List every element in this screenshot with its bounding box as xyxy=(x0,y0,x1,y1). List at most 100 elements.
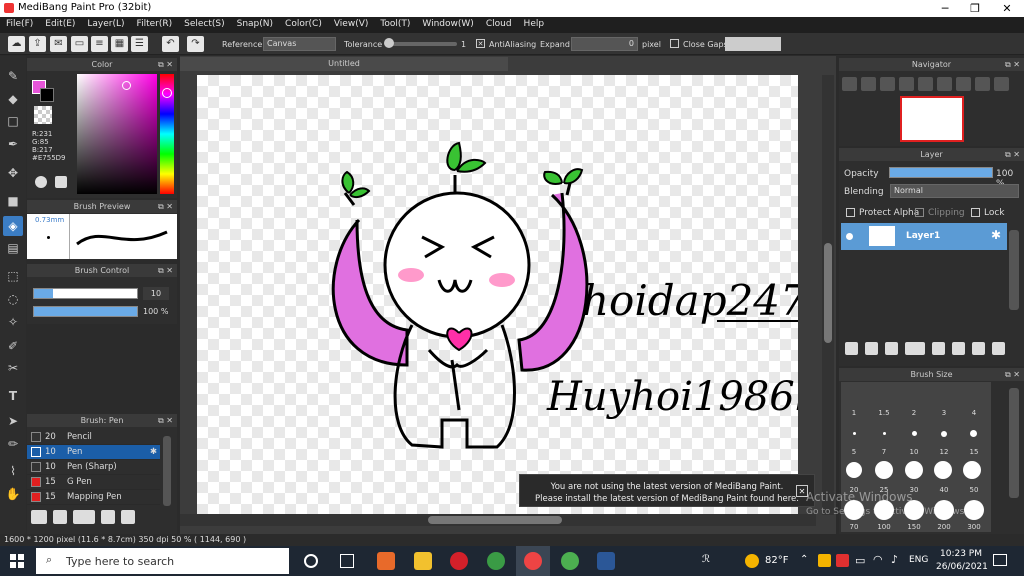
tray-chevron-icon[interactable]: ⌃ xyxy=(800,554,808,565)
select-pen-tool-icon[interactable]: ✐ xyxy=(3,336,23,356)
delete-layer-icon[interactable] xyxy=(992,342,1005,355)
minimize-button[interactable]: ─ xyxy=(930,0,960,17)
flip-icon[interactable] xyxy=(937,77,952,91)
blending-select[interactable]: Normal xyxy=(890,184,1019,198)
file-explorer-icon[interactable] xyxy=(414,552,432,570)
word-icon[interactable] xyxy=(597,552,615,570)
list-icon[interactable]: ☰ xyxy=(131,36,148,52)
doc-icon[interactable]: ≡ xyxy=(91,36,108,52)
tray-app-icon[interactable] xyxy=(818,554,831,567)
panel-menu-icon[interactable]: ⧉ ✕ xyxy=(158,264,173,277)
canvas-tab[interactable]: Untitled xyxy=(180,57,508,71)
new-brush-icon[interactable] xyxy=(53,510,67,524)
tolerance-handle[interactable] xyxy=(384,38,394,48)
size-300[interactable]: 300 xyxy=(964,523,984,531)
size-2[interactable]: 2 xyxy=(904,409,924,417)
size-200[interactable]: 200 xyxy=(934,523,954,531)
tray-vivaldi-icon[interactable] xyxy=(836,554,849,567)
menu-filter[interactable]: Filter(R) xyxy=(131,17,179,33)
menu-select[interactable]: Select(S) xyxy=(178,17,231,33)
brush-opacity-slider[interactable] xyxy=(33,306,138,317)
notifications-icon[interactable] xyxy=(993,554,1007,566)
layer-settings-gear-icon[interactable]: ✱ xyxy=(991,228,1001,242)
battery-icon[interactable]: ▭ xyxy=(855,554,865,567)
actual-size-icon[interactable] xyxy=(918,77,933,91)
menu-file[interactable]: File(F) xyxy=(0,17,39,33)
clipping-checkbox[interactable] xyxy=(915,208,924,217)
size-15[interactable]: 15 xyxy=(964,448,984,456)
maximize-button[interactable]: ❐ xyxy=(960,0,990,17)
pen-tool-icon[interactable]: ✒ xyxy=(3,134,23,154)
brush-cloud-icon[interactable] xyxy=(31,510,47,524)
brush-list-scrollbar[interactable] xyxy=(163,436,171,506)
brush-item-pencil[interactable]: 20 Pencil xyxy=(27,430,160,445)
size-70[interactable]: 70 xyxy=(844,523,864,531)
select-rect-tool-icon[interactable]: ⬚ xyxy=(3,266,23,286)
panel-menu-icon[interactable]: ⧉ ✕ xyxy=(158,414,173,427)
antialiasing-checkbox[interactable]: ✕ xyxy=(476,39,485,48)
gear-icon[interactable]: ✱ xyxy=(150,447,157,457)
menu-view[interactable]: View(V) xyxy=(328,17,375,33)
language-indicator[interactable]: ENG xyxy=(909,555,928,565)
layer-scrollbar[interactable] xyxy=(1009,230,1019,310)
layer-opacity-slider[interactable] xyxy=(889,167,993,178)
taskbar-app-icon[interactable] xyxy=(377,552,395,570)
eraser-tool-icon[interactable]: ◆ xyxy=(3,89,23,109)
size-12[interactable]: 12 xyxy=(934,448,954,456)
panel-menu-icon[interactable]: ⧉ ✕ xyxy=(158,58,173,71)
vertical-scrollbar[interactable] xyxy=(822,75,834,515)
dropper-tool-icon[interactable]: ⌇ xyxy=(3,461,23,481)
magic-wand-tool-icon[interactable]: ✧ xyxy=(3,312,23,332)
new-layer-icon[interactable] xyxy=(845,342,858,355)
transparent-swatch[interactable] xyxy=(34,106,52,124)
wifi-icon[interactable]: ◠ xyxy=(873,553,883,566)
brush-size-value[interactable]: 10 xyxy=(143,287,169,300)
panel-menu-icon[interactable]: ⧉ ✕ xyxy=(1005,368,1020,381)
bucket-tool-icon[interactable]: ◈ xyxy=(3,216,23,236)
comment-icon[interactable]: ✉ xyxy=(50,36,67,52)
color-set-icon[interactable] xyxy=(55,176,67,188)
size-3[interactable]: 3 xyxy=(934,409,954,417)
layer-folder-icon[interactable] xyxy=(932,342,945,355)
taskbar-app2-icon[interactable] xyxy=(561,552,579,570)
brush-item-g-pen[interactable]: 15 G Pen xyxy=(27,475,160,490)
brush-size-scrollbar[interactable] xyxy=(1009,388,1019,498)
clock-date[interactable]: 26/06/2021 xyxy=(936,562,988,572)
horizontal-scrollbar[interactable] xyxy=(180,514,816,526)
opera-icon[interactable] xyxy=(450,552,468,570)
size-150[interactable]: 150 xyxy=(904,523,924,531)
zoom-icon[interactable] xyxy=(899,77,914,91)
size-1-5[interactable]: 1.5 xyxy=(874,409,894,417)
expand-input[interactable]: 0 xyxy=(571,37,638,51)
grid-icon[interactable]: ▦ xyxy=(111,36,128,52)
add-layer-menu-icon[interactable] xyxy=(905,342,925,355)
weather-icon[interactable] xyxy=(745,554,759,568)
taskbar-search[interactable]: ⌕ Type here to search xyxy=(36,548,289,574)
brush-tool-icon[interactable]: ✎ xyxy=(3,66,23,86)
size-7[interactable]: 7 xyxy=(874,448,894,456)
protect-alpha-checkbox[interactable] xyxy=(846,208,855,217)
layer-row[interactable]: Layer1 ✱ xyxy=(841,223,1007,250)
volume-icon[interactable]: ♪ xyxy=(891,553,898,566)
size-50[interactable]: 50 xyxy=(964,486,984,494)
move-tool-icon[interactable]: ✥ xyxy=(3,163,23,183)
cortana-icon[interactable] xyxy=(304,554,318,568)
color-picker-cursor[interactable] xyxy=(122,81,131,90)
cloud-icon[interactable]: ☁ xyxy=(8,36,25,52)
task-view-icon[interactable] xyxy=(340,554,354,568)
size-100[interactable]: 100 xyxy=(874,523,894,531)
panel-menu-icon[interactable]: ⧉ ✕ xyxy=(1005,58,1020,71)
tolerance-slider[interactable] xyxy=(385,42,457,46)
fit-icon[interactable] xyxy=(880,77,895,91)
page-icon[interactable]: ▭ xyxy=(71,36,88,52)
lock-checkbox[interactable] xyxy=(971,208,980,217)
windows-start-icon[interactable] xyxy=(10,554,24,568)
menu-color[interactable]: Color(C) xyxy=(279,17,328,33)
reset-rotation-icon[interactable] xyxy=(994,77,1009,91)
select-eraser-tool-icon[interactable]: ✂ xyxy=(3,358,23,378)
eyedropper-tool-icon[interactable]: ✏ xyxy=(3,434,23,454)
menu-layer[interactable]: Layer(L) xyxy=(81,17,130,33)
share-icon[interactable]: ⇪ xyxy=(29,36,46,52)
menu-snap[interactable]: Snap(N) xyxy=(231,17,279,33)
new-1bit-layer-icon[interactable] xyxy=(885,342,898,355)
